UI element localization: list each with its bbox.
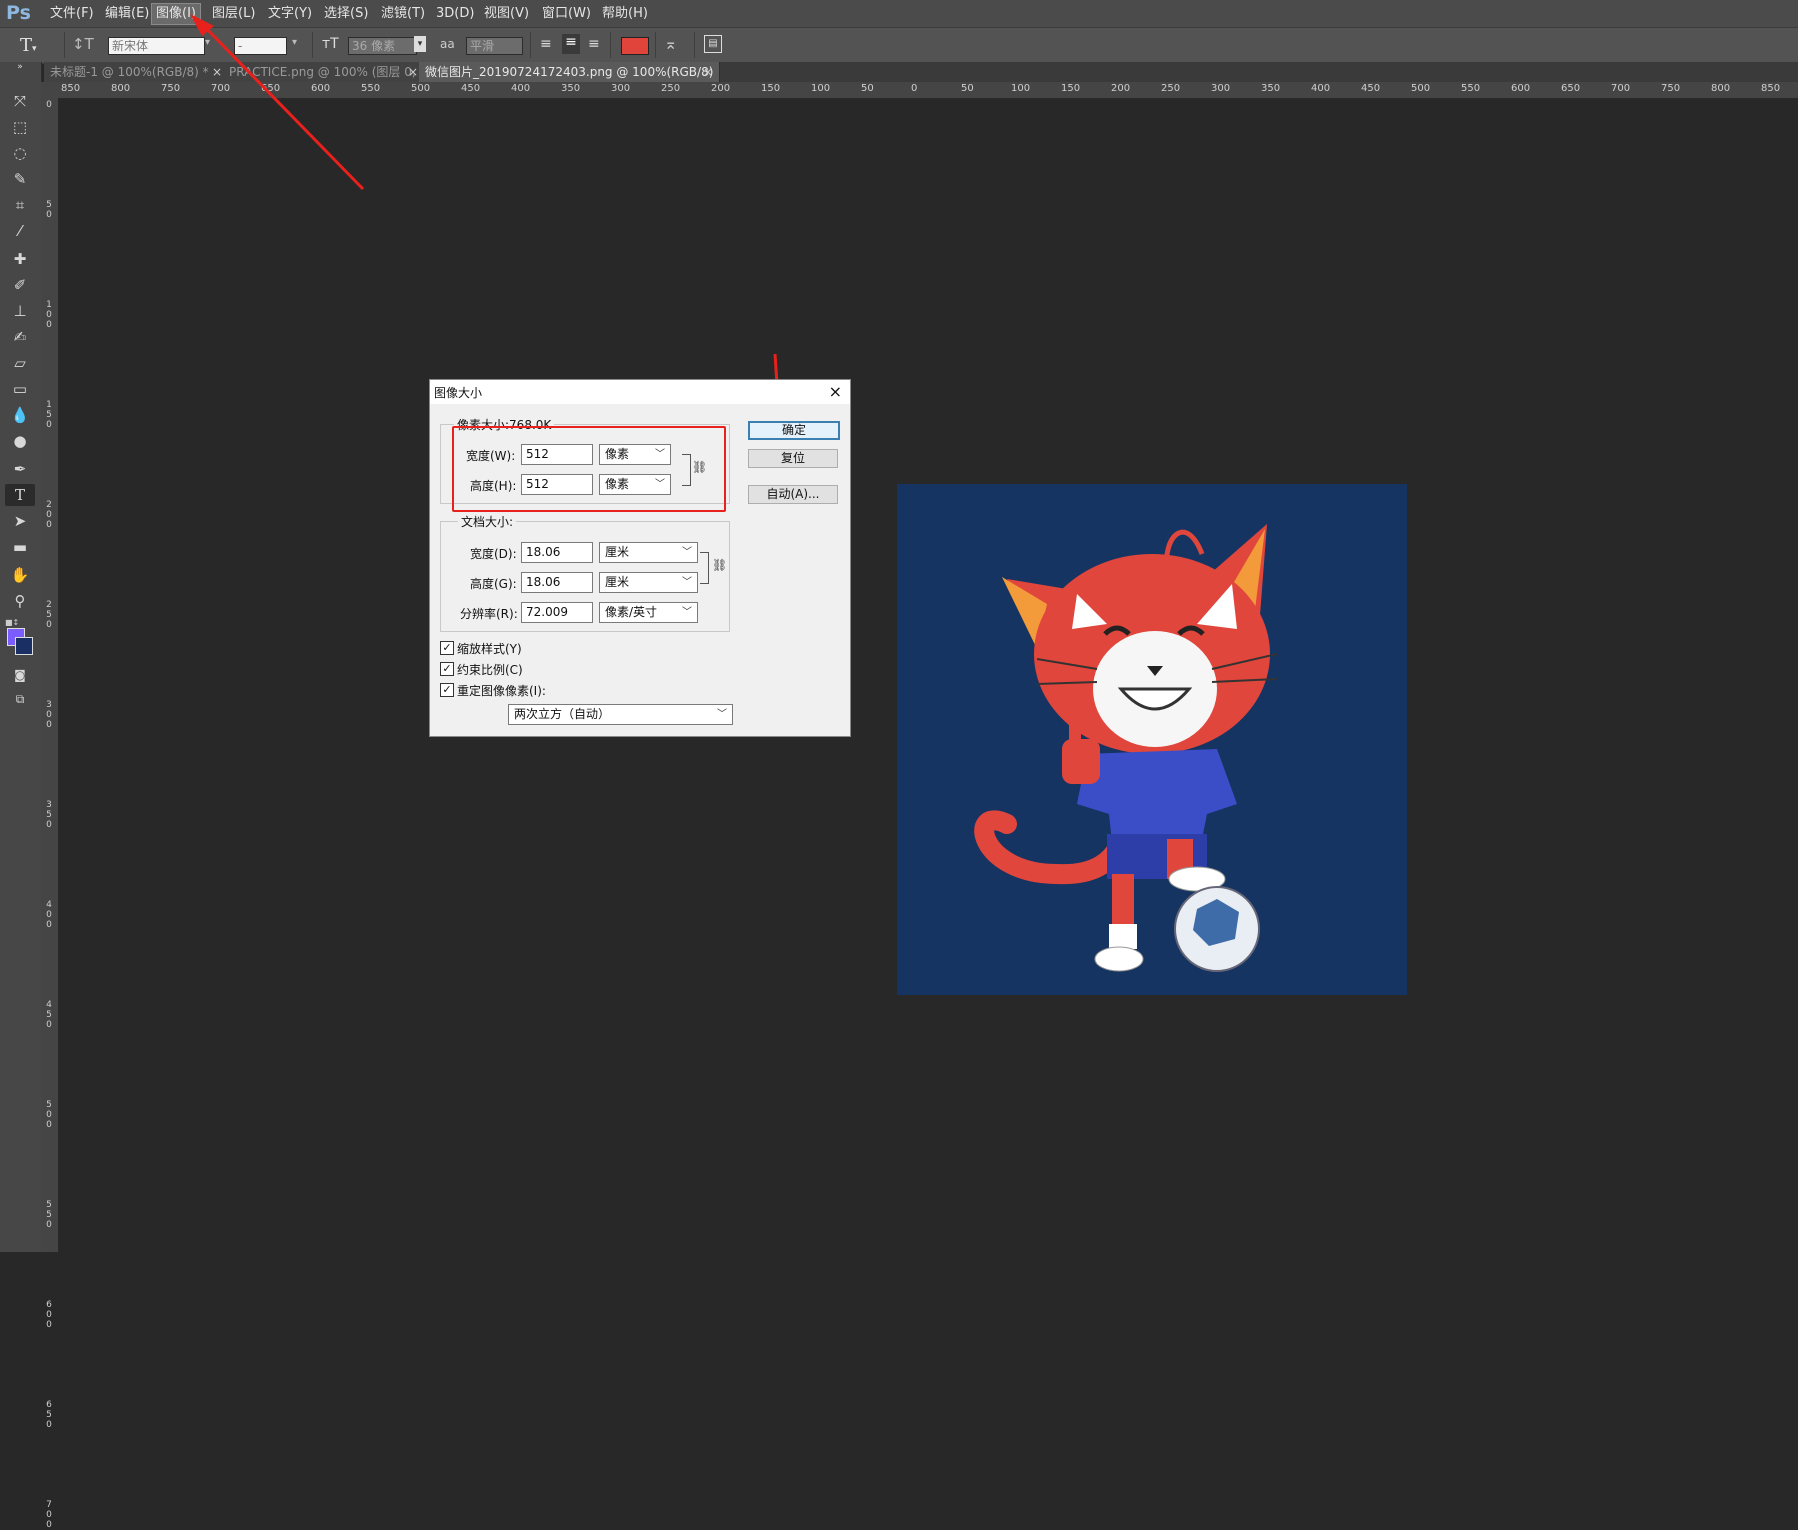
constrain-proportions-label: 约束比例(C)	[457, 663, 523, 677]
doc-height-input[interactable]: 18.06	[521, 572, 593, 593]
annotation-highlight-box	[452, 426, 726, 512]
doc-height-unit-select[interactable]: 厘米 ﹀	[599, 572, 698, 593]
ruler-tick-label: 7 0 0	[46, 1500, 52, 1530]
auto-button[interactable]: 自动(A)...	[748, 485, 838, 504]
resolution-label: 分辨率(R):	[460, 607, 518, 621]
scale-styles-label: 缩放样式(Y)	[457, 642, 522, 656]
arrow-to-image-menu	[200, 22, 365, 191]
constrain-proportions-checkbox[interactable]: ✓	[440, 662, 454, 676]
annotation-arrows	[190, 14, 786, 416]
doc-height-label: 高度(G):	[470, 577, 517, 591]
chain-link-icon: ⛓	[712, 558, 728, 572]
reset-button[interactable]: 复位	[748, 449, 838, 468]
scale-styles-checkbox[interactable]: ✓	[440, 641, 454, 655]
dialog-title: 图像大小	[434, 386, 483, 400]
resample-method-select[interactable]: 两次立方（自动） ﹀	[508, 704, 733, 725]
doc-height-unit-value: 厘米	[605, 575, 630, 589]
resolution-unit-select[interactable]: 像素/英寸 ﹀	[599, 602, 698, 623]
doc-width-unit-value: 厘米	[605, 545, 630, 559]
document-size-legend: 文档大小:	[458, 513, 517, 530]
ruler-tick-label: 6 0 0	[46, 1300, 52, 1330]
resample-checkbox[interactable]: ✓	[440, 683, 454, 697]
ruler-tick-label: 6 5 0	[46, 1400, 52, 1430]
doc-width-label: 宽度(D):	[470, 547, 517, 561]
resample-method-value: 两次立方（自动）	[514, 707, 611, 721]
close-icon[interactable]: ×	[829, 382, 842, 401]
resolution-input[interactable]: 72.009	[521, 602, 593, 623]
doc-constrain-bracket	[700, 552, 709, 584]
dialog-titlebar[interactable]: 图像大小 ×	[430, 380, 850, 404]
doc-width-unit-select[interactable]: 厘米 ﹀	[599, 542, 698, 563]
resolution-unit-value: 像素/英寸	[605, 605, 658, 619]
resample-label: 重定图像像素(I):	[457, 684, 546, 698]
ok-button[interactable]: 确定	[748, 421, 840, 440]
chevron-down-icon: ﹀	[717, 709, 727, 720]
doc-width-input[interactable]: 18.06	[521, 542, 593, 563]
chevron-down-icon: ﹀	[682, 547, 692, 558]
chevron-down-icon: ﹀	[682, 577, 692, 588]
chevron-down-icon: ﹀	[682, 607, 692, 618]
